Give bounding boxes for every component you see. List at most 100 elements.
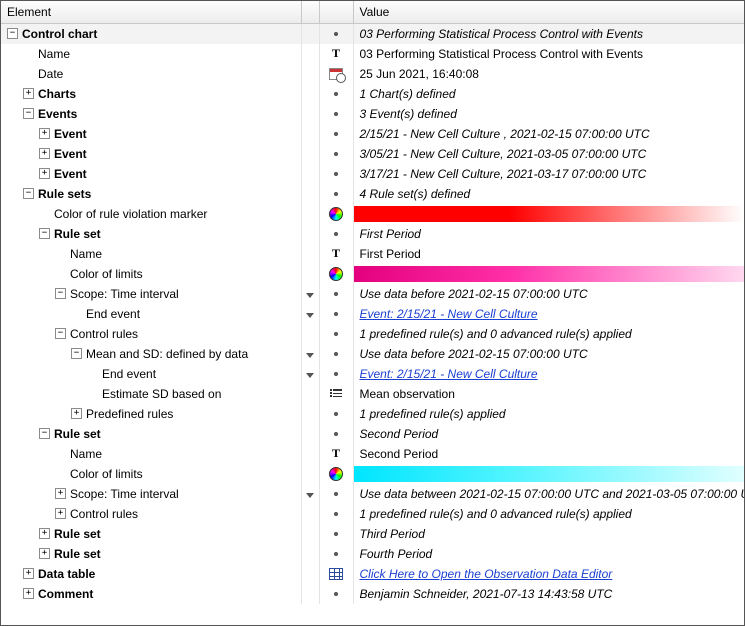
- chevron-down-icon[interactable]: [306, 293, 314, 298]
- value-cell[interactable]: 1 predefined rule(s) and 0 advanced rule…: [353, 324, 744, 344]
- value-cell[interactable]: [353, 204, 744, 224]
- tree-row[interactable]: −Rule sets4 Rule set(s) defined: [1, 184, 744, 204]
- tree-row[interactable]: End eventEvent: 2/15/21 - New Cell Cultu…: [1, 364, 744, 384]
- value-cell[interactable]: Use data before 2021-02-15 07:00:00 UTC: [353, 344, 744, 364]
- chevron-down-icon[interactable]: [306, 493, 314, 498]
- chevron-down-icon[interactable]: [306, 353, 314, 358]
- color-gradient-swatch[interactable]: [354, 206, 745, 222]
- tree-row[interactable]: +Rule setThird Period: [1, 524, 744, 544]
- tree-row[interactable]: Color of limits: [1, 264, 744, 284]
- dropdown-cell[interactable]: [301, 284, 319, 304]
- tree-row[interactable]: End eventEvent: 2/15/21 - New Cell Cultu…: [1, 304, 744, 324]
- tree-row[interactable]: −Control chart 03 Performing Statistical …: [1, 23, 744, 44]
- value-cell[interactable]: Third Period: [353, 524, 744, 544]
- tree-row[interactable]: −Control rules1 predefined rule(s) and 0…: [1, 324, 744, 344]
- value-cell[interactable]: Click Here to Open the Observation Data …: [353, 564, 744, 584]
- color-gradient-swatch[interactable]: [354, 266, 745, 282]
- value-cell[interactable]: 3/05/21 - New Cell Culture, 2021-03-05 0…: [353, 144, 744, 164]
- value-cell[interactable]: 1 Chart(s) defined: [353, 84, 744, 104]
- dropdown-cell[interactable]: [301, 304, 319, 324]
- tree-row[interactable]: Estimate SD based onMean observation: [1, 384, 744, 404]
- expand-toggle[interactable]: +: [23, 588, 34, 599]
- value-cell[interactable]: 3/17/21 - New Cell Culture, 2021-03-17 0…: [353, 164, 744, 184]
- tree-row[interactable]: +Control rules1 predefined rule(s) and 0…: [1, 504, 744, 524]
- tree-row[interactable]: +Event3/17/21 - New Cell Culture, 2021-0…: [1, 164, 744, 184]
- tree-row[interactable]: +Data table Click Here to Open the Observ…: [1, 564, 744, 584]
- expand-toggle[interactable]: +: [39, 148, 50, 159]
- header-value[interactable]: Value: [353, 1, 744, 23]
- collapse-toggle[interactable]: −: [39, 428, 50, 439]
- value-cell[interactable]: [353, 464, 744, 484]
- expand-toggle[interactable]: +: [55, 508, 66, 519]
- row-label: Event: [54, 127, 91, 141]
- collapse-toggle[interactable]: −: [71, 348, 82, 359]
- value-cell[interactable]: Benjamin Schneider, 2021-07-13 14:43:58 …: [353, 584, 744, 604]
- collapse-toggle[interactable]: −: [23, 188, 34, 199]
- element-cell: −Control chart: [1, 23, 301, 44]
- expand-toggle[interactable]: +: [39, 168, 50, 179]
- collapse-toggle[interactable]: −: [7, 28, 18, 39]
- tree-row[interactable]: +Charts1 Chart(s) defined: [1, 84, 744, 104]
- value-link[interactable]: Event: 2/15/21 - New Cell Culture: [360, 307, 538, 321]
- tree-row[interactable]: +Event3/05/21 - New Cell Culture, 2021-0…: [1, 144, 744, 164]
- value-cell[interactable]: 2/15/21 - New Cell Culture , 2021-02-15 …: [353, 124, 744, 144]
- type-icon-cell: [319, 564, 353, 584]
- value-cell[interactable]: Second Period: [353, 424, 744, 444]
- value-cell[interactable]: 03 Performing Statistical Process Contro…: [353, 44, 744, 64]
- tree-row[interactable]: +Predefined rules1 predefined rule(s) ap…: [1, 404, 744, 424]
- element-cell: +Data table: [1, 564, 301, 584]
- value-cell[interactable]: 1 predefined rule(s) applied: [353, 404, 744, 424]
- collapse-toggle[interactable]: −: [55, 328, 66, 339]
- chevron-down-icon[interactable]: [306, 313, 314, 318]
- expand-toggle[interactable]: +: [39, 128, 50, 139]
- tree-row[interactable]: +CommentBenjamin Schneider, 2021-07-13 1…: [1, 584, 744, 604]
- value-cell[interactable]: First Period: [353, 244, 744, 264]
- value-cell[interactable]: Second Period: [353, 444, 744, 464]
- dropdown-cell[interactable]: [301, 364, 319, 384]
- tree-row[interactable]: Color of limits: [1, 464, 744, 484]
- dropdown-cell[interactable]: [301, 344, 319, 364]
- expand-toggle[interactable]: +: [39, 528, 50, 539]
- value-cell[interactable]: 4 Rule set(s) defined: [353, 184, 744, 204]
- dropdown-cell: [301, 504, 319, 524]
- expand-toggle[interactable]: +: [23, 568, 34, 579]
- tree-row[interactable]: Color of rule violation marker: [1, 204, 744, 224]
- tree-row[interactable]: NameTSecond Period: [1, 444, 744, 464]
- value-link[interactable]: Event: 2/15/21 - New Cell Culture: [360, 367, 538, 381]
- value-cell[interactable]: [353, 264, 744, 284]
- tree-row[interactable]: Date25 Jun 2021, 16:40:08: [1, 64, 744, 84]
- value-cell[interactable]: First Period: [353, 224, 744, 244]
- tree-row[interactable]: +Scope: Time intervalUse data between 20…: [1, 484, 744, 504]
- collapse-toggle[interactable]: −: [23, 108, 34, 119]
- value-cell[interactable]: Event: 2/15/21 - New Cell Culture: [353, 364, 744, 384]
- value-cell[interactable]: 3 Event(s) defined: [353, 104, 744, 124]
- tree-row[interactable]: −Scope: Time intervalUse data before 202…: [1, 284, 744, 304]
- tree-row[interactable]: −Events3 Event(s) defined: [1, 104, 744, 124]
- tree-row[interactable]: −Rule setFirst Period: [1, 224, 744, 244]
- dropdown-cell[interactable]: [301, 484, 319, 504]
- value-cell[interactable]: Mean observation: [353, 384, 744, 404]
- tree-row[interactable]: + Event 2/15/21 - New Cell Culture , 2021-…: [1, 124, 744, 144]
- value-cell[interactable]: Event: 2/15/21 - New Cell Culture: [353, 304, 744, 324]
- header-element[interactable]: Element: [1, 1, 301, 23]
- expand-toggle[interactable]: +: [39, 548, 50, 559]
- value-cell[interactable]: 03 Performing Statistical Process Contro…: [353, 23, 744, 44]
- color-gradient-swatch[interactable]: [354, 466, 745, 482]
- value-cell[interactable]: Fourth Period: [353, 544, 744, 564]
- expand-toggle[interactable]: +: [23, 88, 34, 99]
- value-cell[interactable]: 1 predefined rule(s) and 0 advanced rule…: [353, 504, 744, 524]
- chevron-down-icon[interactable]: [306, 373, 314, 378]
- value-cell[interactable]: Use data between 2021-02-15 07:00:00 UTC…: [353, 484, 744, 504]
- tree-row[interactable]: −Mean and SD: defined by dataUse data be…: [1, 344, 744, 364]
- tree-row[interactable]: NameTFirst Period: [1, 244, 744, 264]
- tree-row[interactable]: +Rule setFourth Period: [1, 544, 744, 564]
- tree-row[interactable]: −Rule setSecond Period: [1, 424, 744, 444]
- tree-row[interactable]: NameT03 Performing Statistical Process C…: [1, 44, 744, 64]
- value-cell[interactable]: Use data before 2021-02-15 07:00:00 UTC: [353, 284, 744, 304]
- collapse-toggle[interactable]: −: [39, 228, 50, 239]
- expand-toggle[interactable]: +: [55, 488, 66, 499]
- collapse-toggle[interactable]: −: [55, 288, 66, 299]
- expand-toggle[interactable]: +: [71, 408, 82, 419]
- value-cell[interactable]: 25 Jun 2021, 16:40:08: [353, 64, 744, 84]
- value-link[interactable]: Click Here to Open the Observation Data …: [360, 567, 613, 581]
